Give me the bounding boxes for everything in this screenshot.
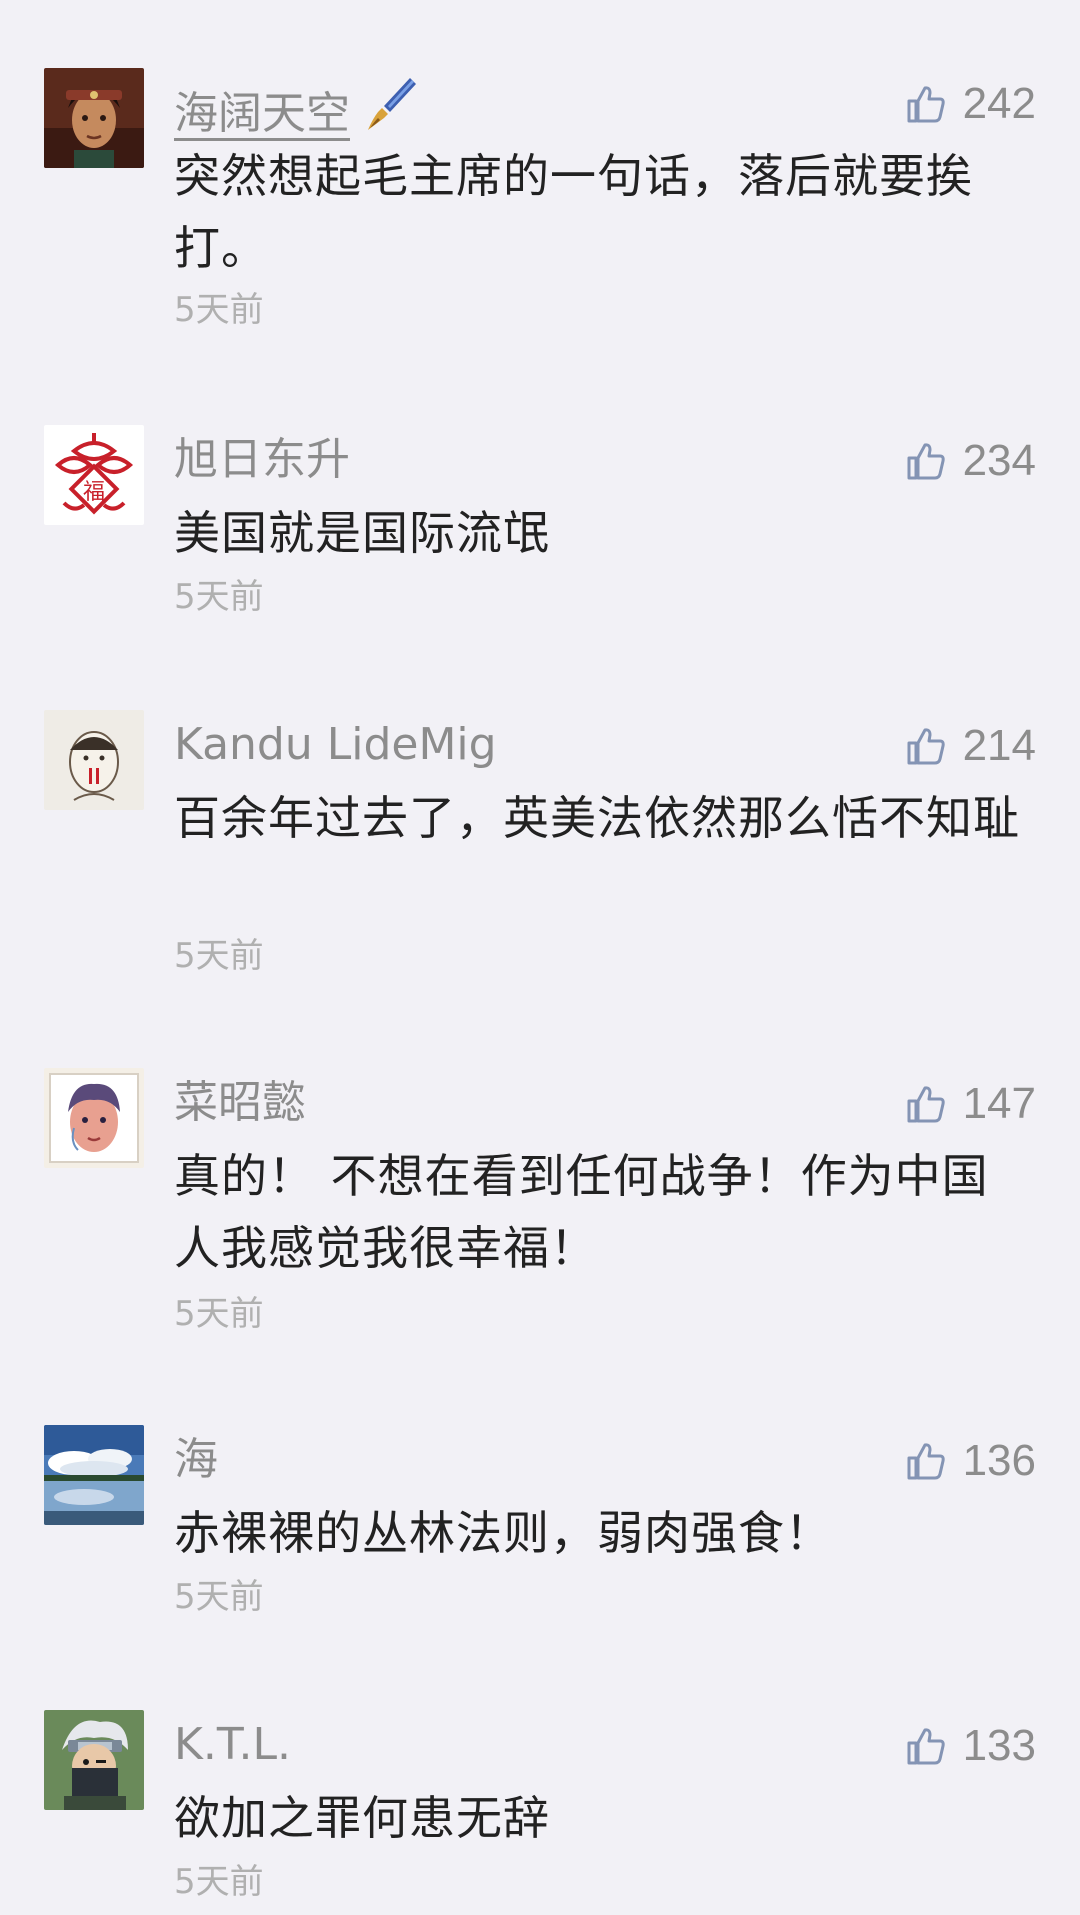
like-count: 136: [962, 1436, 1036, 1485]
avatar[interactable]: [44, 1710, 144, 1810]
svg-text:福: 福: [83, 480, 105, 505]
avatar[interactable]: [44, 68, 144, 168]
comment-time: 5天前: [174, 290, 264, 330]
like-count: 133: [962, 1721, 1036, 1770]
masked-ninja-avatar-icon: [44, 1710, 144, 1810]
avatar[interactable]: [44, 710, 144, 810]
person-portrait-avatar-icon: [44, 68, 144, 168]
like-count: 147: [962, 1079, 1036, 1128]
chinese-knot-fu-avatar-icon: 福: [44, 425, 144, 525]
thumbs-up-icon: [907, 728, 945, 765]
thumbs-up-icon: [907, 1443, 945, 1480]
like-button[interactable]: 136: [905, 1433, 1036, 1489]
commenter-name[interactable]: 菜昭懿: [174, 1074, 306, 1132]
comment-time: 5天前: [174, 577, 264, 617]
like-button[interactable]: 147: [905, 1076, 1036, 1132]
like-count: 242: [962, 79, 1036, 128]
comment-time: 5天前: [174, 1294, 264, 1334]
like-count: 214: [962, 721, 1036, 770]
commenter-name[interactable]: 海: [174, 1431, 218, 1489]
like-button[interactable]: 133: [905, 1718, 1036, 1774]
commenter-name[interactable]: Kandu LideMig: [174, 716, 497, 774]
thumbs-up-icon: [907, 1728, 945, 1765]
comment-text: 欲加之罪何患无辞: [174, 1791, 550, 1845]
watercolor-face-avatar-icon: [44, 1068, 144, 1168]
comment-text: 百余年过去了，英美法依然那么恬不知耻: [174, 791, 1020, 845]
thumbs-up-icon: [907, 443, 945, 480]
comment-text: 美国就是国际流氓: [174, 506, 550, 560]
thumbs-up-icon: [907, 86, 945, 123]
paintbrush-icon: [368, 78, 416, 130]
comment-text: 赤裸裸的丛林法则，弱肉强食！: [174, 1506, 832, 1560]
like-count: 234: [962, 436, 1036, 485]
cartoon-sketch-avatar-icon: [44, 710, 144, 810]
commenter-name-text: 海阔天空: [174, 88, 350, 139]
commenter-name[interactable]: 海阔天空: [174, 74, 420, 143]
comment-time: 5天前: [174, 1862, 264, 1902]
avatar[interactable]: [44, 1425, 144, 1525]
avatar[interactable]: [44, 1068, 144, 1168]
avatar[interactable]: 福: [44, 425, 144, 525]
commenter-name[interactable]: 旭日东升: [174, 431, 350, 489]
thumbs-up-icon: [907, 1086, 945, 1123]
comment-text: 真的！ 不想在看到任何战争！作为中国人我感觉我很幸福！: [174, 1149, 989, 1275]
commenter-name[interactable]: K.T.L.: [174, 1716, 291, 1774]
landscape-lake-avatar-icon: [44, 1425, 144, 1525]
comment-time: 5天前: [174, 1577, 264, 1617]
comment-time: 5天前: [174, 936, 264, 976]
like-button[interactable]: 234: [905, 433, 1036, 489]
comment-text: 突然想起毛主席的一句话，落后就要挨打。: [174, 149, 973, 275]
like-button[interactable]: 214: [905, 718, 1036, 774]
like-button[interactable]: 242: [905, 76, 1036, 132]
